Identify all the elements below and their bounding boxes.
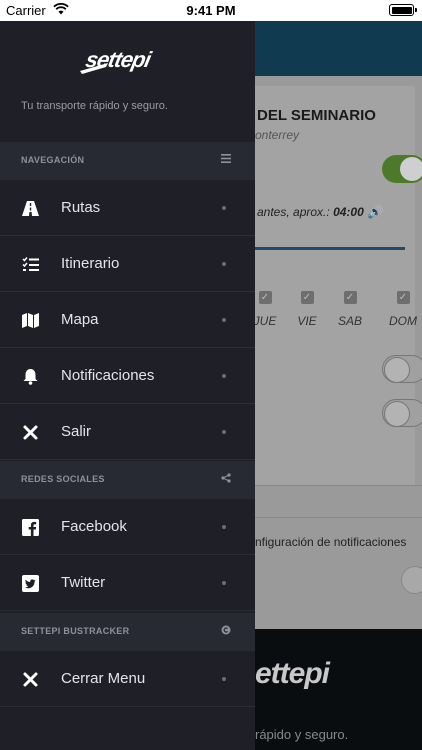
menu-item-cerrar-menu[interactable]: Cerrar Menu: [0, 651, 255, 707]
menu-item-label: Facebook: [61, 518, 127, 535]
menu-item-label: Twitter: [61, 574, 106, 591]
menu-item-itinerario[interactable]: Itinerario: [0, 236, 255, 292]
section-header-social: REDES SOCIALES: [0, 461, 255, 499]
time-estimate: antes, aprox.: 04:00 🔊: [257, 205, 382, 219]
bullet-icon: [222, 525, 226, 529]
bullet-icon: [222, 206, 226, 210]
menu-item-label: Salir: [61, 423, 92, 440]
day-checkbox[interactable]: ✓ JUE: [255, 291, 285, 328]
bullet-icon: [222, 430, 226, 434]
menu-item-rutas[interactable]: Rutas: [0, 180, 255, 236]
section-label: SETTEPI BUSTRACKER: [21, 626, 130, 636]
option-toggle[interactable]: [382, 355, 422, 383]
bullet-icon: [222, 677, 226, 681]
divider: [255, 485, 422, 486]
option-toggle[interactable]: [382, 399, 422, 427]
menu-item-label: Rutas: [61, 199, 101, 216]
alert-toggle[interactable]: [382, 155, 422, 183]
menu-item-label: Mapa: [61, 311, 99, 328]
checkbox-icon: ✓: [300, 291, 314, 304]
bullet-icon: [222, 262, 226, 266]
list-check-icon: [22, 256, 39, 273]
section-header-bustracker: SETTEPI BUSTRACKER: [0, 613, 255, 651]
menu-item-label: Cerrar Menu: [61, 670, 146, 687]
settepi-logo: settepi: [78, 41, 178, 81]
background-title: DEL SEMINARIO: [257, 107, 376, 124]
map-icon: [22, 312, 39, 329]
close-icon: [22, 671, 39, 688]
status-bar: Carrier 9:41 PM: [0, 0, 422, 21]
checkbox-icon: ✓: [343, 291, 357, 304]
time-slider[interactable]: [255, 247, 405, 250]
background-header-bar: [255, 21, 422, 76]
weekday-selector: ✓ JUE ✓ VIE ✓ SAB ✓ DOM: [255, 291, 422, 341]
section-label: REDES SOCIALES: [21, 474, 105, 484]
menu-item-twitter[interactable]: Twitter: [0, 555, 255, 611]
clock-time: 9:41 PM: [186, 3, 236, 18]
copyright-icon: [220, 625, 232, 637]
battery-icon: [389, 4, 417, 16]
drawer-tagline: Tu transporte rápido y seguro.: [21, 100, 168, 112]
background-subtitle: onterrey: [255, 128, 300, 142]
footer-logo: ettepi: [255, 657, 330, 690]
menu-item-label: Notificaciones: [61, 367, 155, 384]
bell-icon: [22, 368, 39, 385]
day-checkbox[interactable]: ✓ VIE: [287, 291, 327, 328]
twitter-icon: [22, 575, 39, 592]
section-label: NAVEGACIÓN: [21, 155, 85, 165]
road-icon: [22, 200, 39, 217]
notification-settings-label[interactable]: nfiguración de notificaciones: [255, 535, 406, 549]
logo-wordmark: settepi: [83, 47, 154, 72]
time-estimate-value: 04:00: [333, 205, 364, 219]
checkbox-icon: ✓: [258, 291, 272, 304]
background-screen[interactable]: DEL SEMINARIO onterrey antes, aprox.: 04…: [255, 21, 422, 750]
menu-item-salir[interactable]: Salir: [0, 404, 255, 460]
bullet-icon: [222, 581, 226, 585]
facebook-icon: [22, 519, 39, 536]
section-header-navigation: NAVEGACIÓN: [0, 142, 255, 180]
checkbox-icon: ✓: [396, 291, 410, 304]
menu-item-facebook[interactable]: Facebook: [0, 499, 255, 555]
footer-tagline: rápido y seguro.: [255, 727, 349, 742]
time-estimate-prefix: antes, aprox.:: [257, 205, 330, 219]
day-checkbox[interactable]: ✓ SAB: [330, 291, 370, 328]
menu-item-notificaciones[interactable]: Notificaciones: [0, 348, 255, 404]
menu-icon: [220, 154, 232, 166]
menu-item-mapa[interactable]: Mapa: [0, 292, 255, 348]
bullet-icon: [222, 374, 226, 378]
navigation-drawer: settepi Tu transporte rápido y seguro. N…: [0, 21, 255, 750]
day-checkbox[interactable]: ✓ DOM: [383, 291, 422, 328]
speaker-icon: 🔊: [367, 205, 383, 219]
divider: [255, 517, 422, 518]
bullet-icon: [222, 318, 226, 322]
notification-toggle[interactable]: [401, 566, 422, 594]
close-icon: [22, 424, 39, 441]
menu-item-label: Itinerario: [61, 255, 120, 272]
share-icon: [220, 473, 232, 485]
